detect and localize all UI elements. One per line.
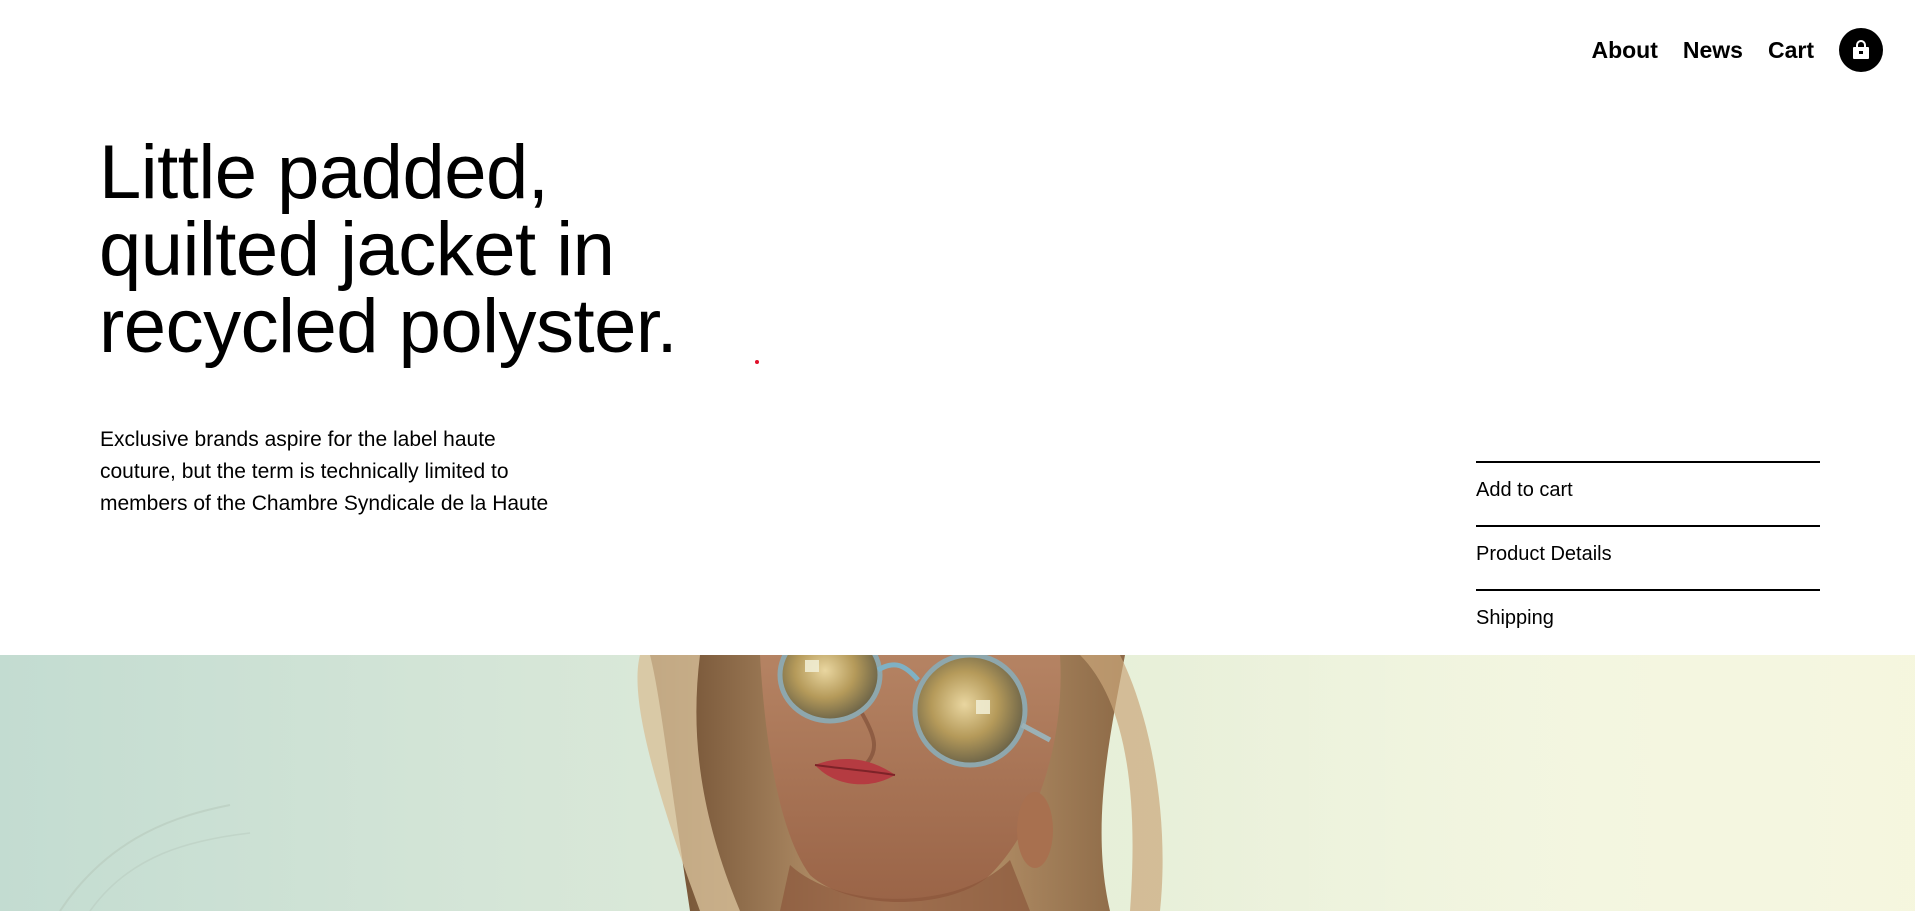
shopping-bag-icon	[1853, 40, 1869, 59]
accordion-item-add-to-cart[interactable]: Add to cart	[1476, 461, 1820, 525]
accordion-item-shipping[interactable]: Shipping	[1476, 589, 1820, 653]
headline-line: quilted jacket in	[99, 207, 615, 292]
nav-link-about[interactable]: About	[1591, 28, 1657, 72]
model-portrait-image	[59, 655, 1915, 911]
description-line: couture, but the term is technically lim…	[100, 460, 509, 483]
product-accordion: Add to cart Product Details Shipping	[1476, 461, 1820, 653]
cart-bag-button[interactable]	[1839, 28, 1883, 72]
headline-line: recycled polyster.	[99, 284, 678, 369]
description-line: Exclusive brands aspire for the label ha…	[100, 428, 496, 451]
nav-link-news[interactable]: News	[1683, 28, 1743, 72]
headline-line: Little padded,	[99, 130, 549, 215]
description-line: members of the Chambre Syndicale de la H…	[100, 492, 549, 515]
product-headline: Little padded, quilted jacket in recycle…	[99, 134, 799, 365]
accordion-item-product-details[interactable]: Product Details	[1476, 525, 1820, 589]
nav-link-cart[interactable]: Cart	[1768, 28, 1814, 72]
product-description: Exclusive brands aspire for the label ha…	[100, 424, 600, 520]
top-nav: About News Cart	[1591, 28, 1883, 72]
hero-photo	[0, 655, 1915, 911]
accent-dot	[755, 360, 759, 364]
